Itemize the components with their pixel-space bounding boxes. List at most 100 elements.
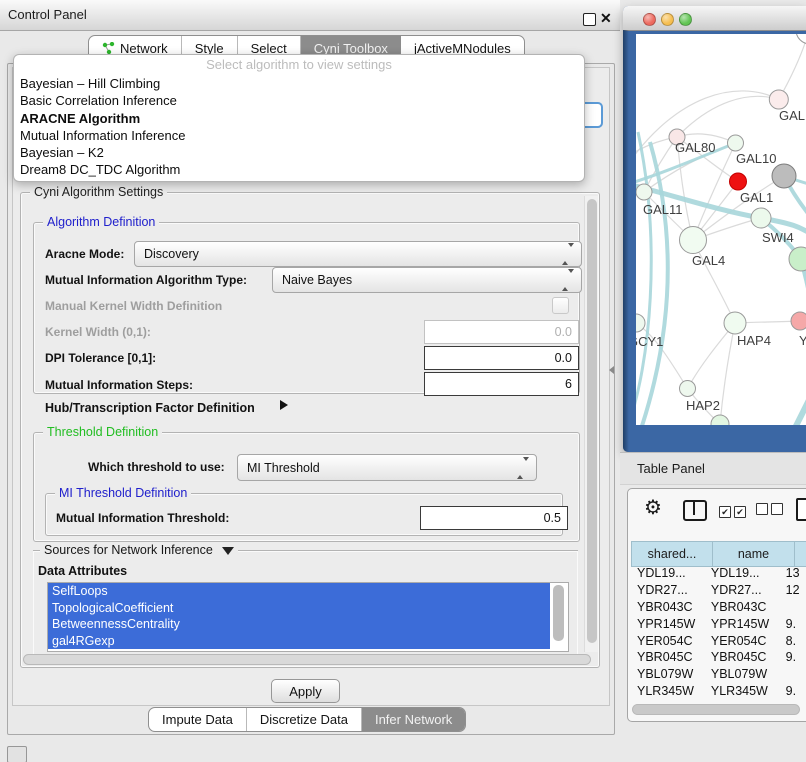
algorithm-option[interactable]: Mutual Information Inference bbox=[14, 127, 584, 144]
algorithm-option[interactable]: Bayesian – Hill Climbing bbox=[14, 75, 584, 92]
new-document-icon[interactable] bbox=[796, 498, 806, 521]
hub-definition-label[interactable]: Hub/Transcription Factor Definition bbox=[45, 401, 255, 415]
node-label: HAP4 bbox=[737, 333, 771, 348]
table-row[interactable]: YLR345WYLR345W9. bbox=[631, 683, 806, 700]
table-row[interactable]: YPR145WYPR145W9. bbox=[631, 616, 806, 633]
node-label: GAL1 bbox=[740, 190, 773, 205]
network-edge[interactable] bbox=[779, 34, 806, 100]
network-node[interactable] bbox=[789, 247, 806, 271]
settings-vertical-scrollbar[interactable] bbox=[584, 196, 598, 652]
control-panel-title: Control Panel bbox=[8, 7, 87, 22]
column-header-partial[interactable] bbox=[794, 541, 806, 567]
cyni-algorithm-settings-title: Cyni Algorithm Settings bbox=[30, 185, 167, 199]
node-label: GAL bbox=[779, 108, 805, 123]
table-row[interactable]: YER054CYER054C8. bbox=[631, 633, 806, 650]
attribute-item[interactable]: gal4RGexp bbox=[48, 633, 550, 650]
settings-vertical-scrollbar-thumb[interactable] bbox=[587, 199, 597, 643]
table-cell: YLR345W bbox=[705, 683, 780, 700]
table-cell: YDR27... bbox=[631, 582, 705, 599]
network-node-hap4[interactable] bbox=[724, 312, 746, 334]
table-cell: YBL079W bbox=[705, 666, 780, 683]
restore-icon[interactable] bbox=[583, 13, 596, 26]
panel-corner-handle[interactable] bbox=[7, 746, 27, 762]
tab-label: Discretize Data bbox=[260, 712, 348, 727]
table-cell: YER054C bbox=[705, 633, 780, 650]
mi-steps-field[interactable]: 6 bbox=[424, 372, 579, 396]
network-edge[interactable] bbox=[688, 323, 736, 389]
apply-button[interactable]: Apply bbox=[271, 679, 340, 703]
table-cell: 9. bbox=[780, 683, 806, 700]
table-row[interactable]: YDL19...YDL19...13 bbox=[631, 565, 806, 582]
mi-threshold-field[interactable]: 0.5 bbox=[420, 506, 568, 530]
attributes-scrollbar-thumb[interactable] bbox=[553, 585, 564, 641]
network-edge[interactable] bbox=[786, 378, 806, 425]
column-header-name[interactable]: name bbox=[712, 541, 794, 567]
network-node[interactable] bbox=[711, 415, 729, 425]
spinner-arrows-icon bbox=[562, 247, 574, 261]
tab-discretize-data[interactable]: Discretize Data bbox=[247, 708, 362, 731]
algorithm-option[interactable]: Bayesian – K2 bbox=[14, 144, 584, 161]
zoom-icon[interactable] bbox=[679, 13, 692, 26]
manual-kernel-checkbox[interactable] bbox=[552, 297, 569, 314]
minimize-icon[interactable] bbox=[661, 13, 674, 26]
close-icon[interactable] bbox=[643, 13, 656, 26]
sources-group-title[interactable]: Sources for Network Inference bbox=[40, 543, 238, 557]
network-node[interactable] bbox=[772, 164, 796, 188]
close-icon[interactable]: ✕ bbox=[600, 10, 614, 26]
algorithm-option[interactable]: ARACNE Algorithm bbox=[14, 110, 584, 127]
table-row[interactable]: YDR27...YDR27...12 bbox=[631, 582, 806, 599]
table-cell: YDL19... bbox=[705, 565, 780, 582]
spinner-arrows-icon bbox=[562, 273, 574, 287]
network-node-y[interactable] bbox=[791, 312, 806, 330]
settings-gear-icon[interactable]: ⚙ bbox=[644, 495, 662, 520]
algorithm-option[interactable]: Basic Correlation Inference bbox=[14, 92, 584, 109]
table-horizontal-scrollbar-thumb[interactable] bbox=[632, 704, 800, 715]
tab-infer-network[interactable]: Infer Network bbox=[362, 708, 465, 731]
attribute-item[interactable]: TopologicalCoefficient bbox=[48, 600, 550, 617]
network-edge[interactable] bbox=[677, 96, 779, 137]
network-node-gal10[interactable] bbox=[728, 135, 744, 151]
algorithm-option[interactable]: Dream8 DC_TDC Algorithm bbox=[14, 161, 584, 178]
table-row[interactable]: YIL052CYIL052C9 bbox=[631, 700, 806, 701]
table-row[interactable]: YBL079WYBL079W bbox=[631, 666, 806, 683]
split-divider-arrow-icon[interactable] bbox=[609, 366, 614, 374]
aracne-mode-combobox[interactable]: Discovery bbox=[134, 241, 582, 267]
network-node-gal11[interactable] bbox=[636, 184, 652, 200]
table-cell: 9. bbox=[780, 616, 806, 633]
settings-horizontal-scrollbar[interactable] bbox=[22, 654, 596, 665]
network-node-gal[interactable] bbox=[769, 90, 788, 109]
select-all-icon[interactable]: ✔✔ bbox=[719, 502, 749, 520]
node-label: HAP2 bbox=[686, 398, 720, 413]
table-horizontal-scrollbar[interactable] bbox=[630, 703, 806, 715]
attributes-scrollbar[interactable] bbox=[552, 585, 565, 647]
split-columns-icon[interactable] bbox=[683, 500, 707, 521]
column-header-shared...[interactable]: shared... bbox=[631, 541, 712, 567]
data-attributes-list[interactable]: SelfLoopsTopologicalCoefficientBetweenne… bbox=[47, 582, 569, 652]
table-row[interactable]: YBR045CYBR045C9. bbox=[631, 649, 806, 666]
attribute-item[interactable]: SelfLoops bbox=[48, 583, 550, 600]
mi-type-combobox[interactable]: Naive Bayes bbox=[272, 267, 582, 293]
network-node[interactable] bbox=[796, 34, 806, 44]
which-threshold-combobox[interactable]: MI Threshold bbox=[237, 454, 537, 481]
table-cell: YDR27... bbox=[705, 582, 780, 599]
collapsed-arrow-icon[interactable] bbox=[280, 400, 288, 410]
mi-steps-label: Mutual Information Steps: bbox=[45, 378, 193, 392]
node-label: Y bbox=[799, 333, 806, 348]
table-cell: YBR043C bbox=[631, 599, 705, 616]
node-label: GAL80 bbox=[675, 140, 715, 155]
table-row[interactable]: YBR043CYBR043C bbox=[631, 599, 806, 616]
expanded-arrow-icon[interactable] bbox=[222, 547, 234, 555]
settings-horizontal-scrollbar-thumb[interactable] bbox=[23, 654, 591, 665]
network-node-gal4[interactable] bbox=[680, 227, 707, 254]
unchecked-box-icon bbox=[771, 503, 783, 515]
tab-impute-data[interactable]: Impute Data bbox=[149, 708, 247, 731]
dpi-tolerance-field[interactable]: 0.0 bbox=[424, 346, 579, 370]
network-node-swi4[interactable] bbox=[751, 208, 771, 228]
network-canvas[interactable]: GALGAL80GAL10GAL1GAL11SWI4GAL4GCY1HAP4YH… bbox=[636, 34, 806, 425]
attribute-item[interactable]: BetweennessCentrality bbox=[48, 616, 550, 633]
network-node-gal1[interactable] bbox=[730, 173, 747, 190]
table-cell: 8. bbox=[780, 633, 806, 650]
kernel-width-field[interactable]: 0.0 bbox=[424, 320, 579, 344]
network-node-hap2[interactable] bbox=[680, 381, 696, 397]
deselect-all-icon[interactable] bbox=[756, 502, 786, 520]
